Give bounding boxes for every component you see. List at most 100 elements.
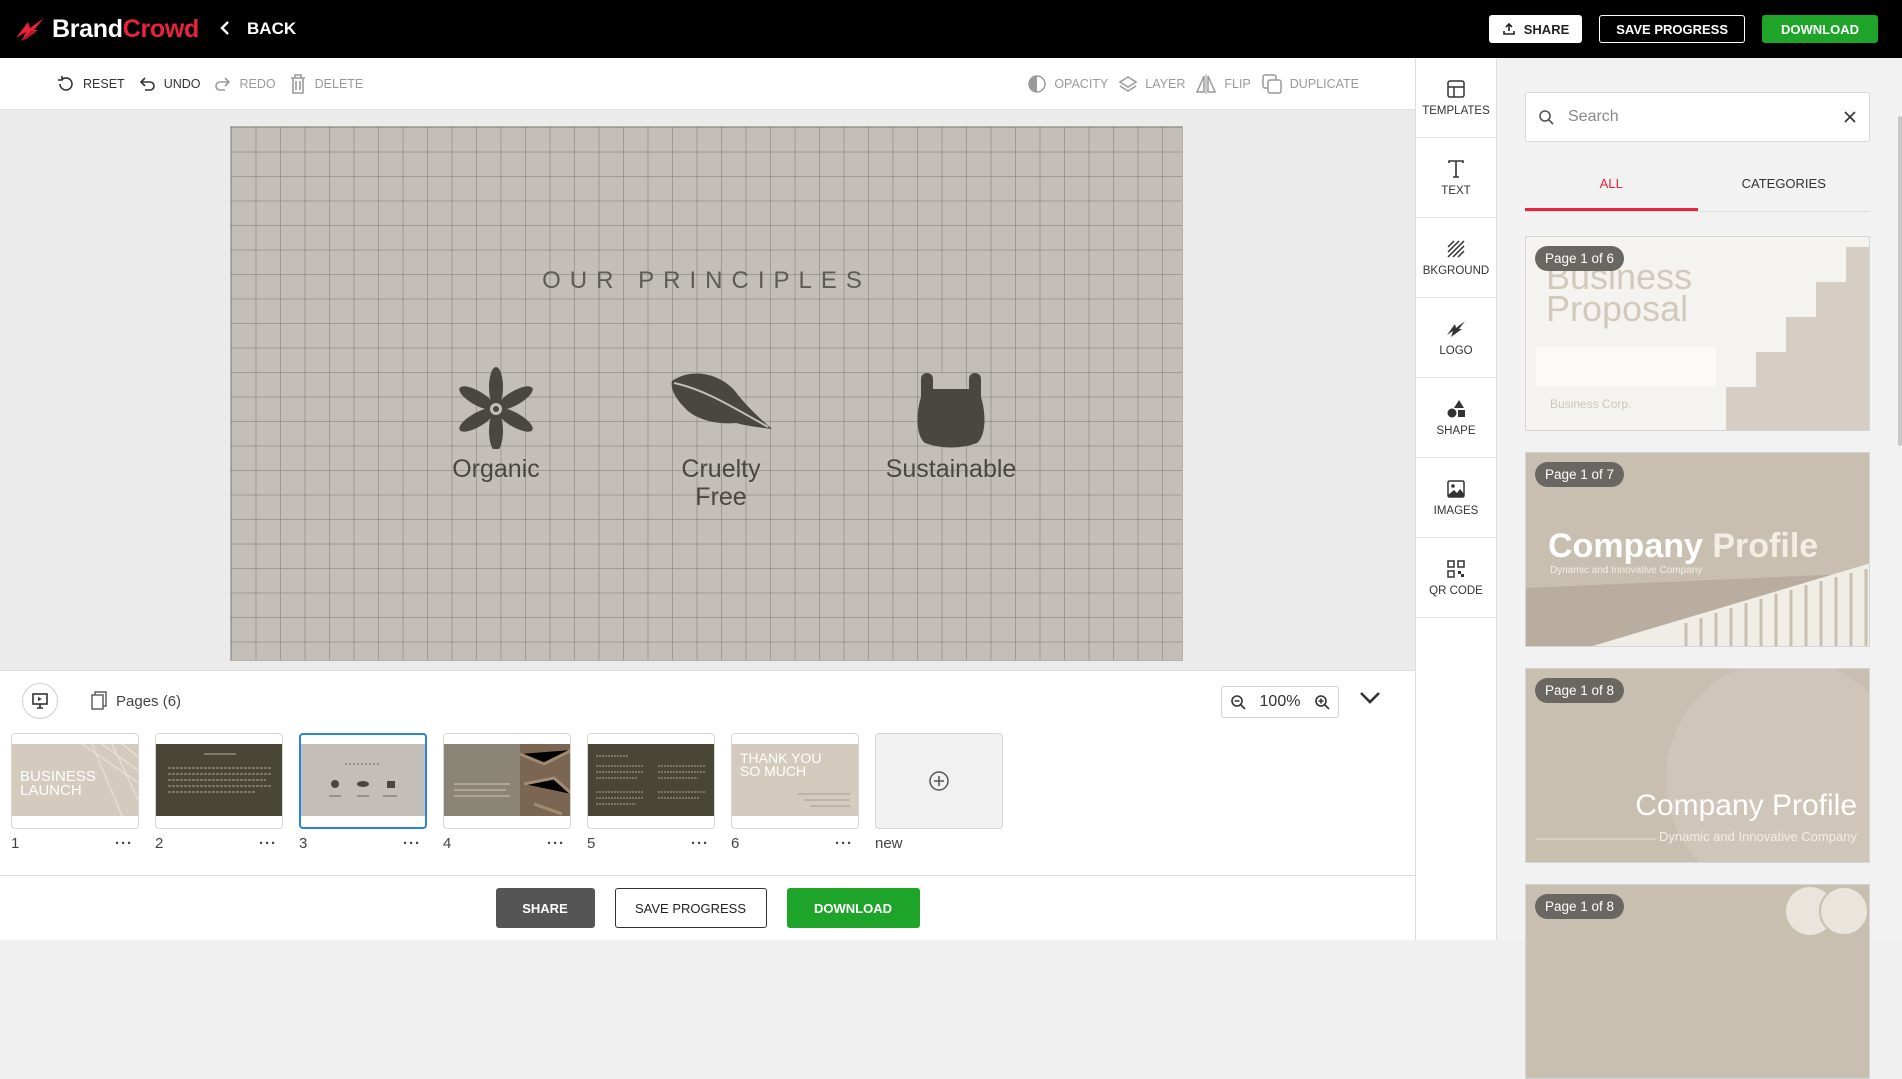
redo-icon [214,76,230,91]
page-thumbnail[interactable] [587,733,715,829]
page-more-button[interactable]: ··· [691,835,709,852]
undo-button[interactable]: UNDO [137,74,201,94]
layer-button[interactable]: LAYER [1118,74,1185,94]
new-page-label: new [875,835,903,852]
sidetool-logo[interactable]: LOGO [1416,298,1496,378]
share-button[interactable]: SHARE [1488,15,1583,43]
page-thumb-1: BUSINESS LAUNCH 1 ··· [11,733,139,852]
back-button[interactable]: BACK [219,18,296,40]
canvas-title[interactable]: OUR PRINCIPLES [231,267,1182,295]
tab-categories[interactable]: CATEGORIES [1698,170,1871,211]
sidetool-images[interactable]: IMAGES [1416,458,1496,538]
page-thumbnail[interactable] [443,733,571,829]
zoom-out-icon[interactable] [1230,694,1246,710]
zoom-in-icon[interactable] [1314,694,1330,710]
page-more-button[interactable]: ··· [259,835,277,852]
template-title: Company Profile [1548,527,1818,566]
duplicate-button[interactable]: DUPLICATE [1261,73,1359,95]
principle-organic[interactable]: Organic [421,367,571,483]
flip-button[interactable]: FLIP [1195,73,1251,95]
opacity-button[interactable]: OPACITY [1027,74,1108,94]
sidetool-label: BKGROUND [1422,264,1490,277]
search-input[interactable] [1568,108,1843,126]
zoom-level: 100% [1259,693,1301,710]
page-number: 6 [731,835,740,852]
design-canvas[interactable]: OUR PRINCIPLES Organic Cruelty Free Sust… [230,126,1183,661]
duplicate-label: DUPLICATE [1289,76,1359,91]
template-card[interactable]: Page 1 of 8 Company Profile Dynamic and … [1525,668,1870,863]
slide-preview [156,744,282,816]
page-thumb-5: 5 ··· [587,733,715,852]
page-thumb-3: 3 ··· [299,733,427,852]
page-number: 4 [443,835,452,852]
edit-toolbar: RESET UNDO REDO DELETE OPACITY LAYER FLI… [0,58,1415,110]
panel-scrollbar[interactable] [1898,116,1902,446]
page-more-button[interactable]: ··· [547,835,565,852]
sidetool-label: QR CODE [1429,584,1483,597]
page-more-button[interactable]: ··· [835,835,853,852]
template-card[interactable]: Page 1 of 8 [1525,884,1870,1079]
download-button[interactable]: DOWNLOAD [1762,15,1878,43]
bottom-download-button[interactable]: DOWNLOAD [786,888,920,928]
delete-label: DELETE [314,76,364,91]
template-card[interactable]: Page 1 of 7 Company Profile Dynamic and … [1525,452,1870,647]
page-thumb-6: THANK YOU SO MUCH 6 ··· [731,733,859,852]
page-thumbnail[interactable]: BUSINESS LAUNCH [11,733,139,829]
present-button[interactable] [22,683,58,719]
slide-preview [444,744,570,816]
principle-label-line2: Free [695,483,747,511]
logo-text: BrandCrowd [52,15,199,44]
principle-label-line1: Cruelty [681,455,761,483]
principle-sustainable[interactable]: Sustainable [866,367,1036,483]
principle-cruelty-free[interactable]: Cruelty Free [636,367,806,511]
slide-title: BUSINESS LAUNCH [20,769,96,798]
sidetool-label: TEXT [1441,184,1471,197]
upload-icon [1502,22,1515,35]
add-page-button[interactable] [875,733,1003,829]
pages-count[interactable]: Pages (6) [90,691,181,711]
save-progress-button[interactable]: SAVE PROGRESS [1599,15,1745,43]
page-thumb-new: new [875,733,1003,852]
sidetool-background[interactable]: BKGROUND [1416,218,1496,298]
page-more-button[interactable]: ··· [115,835,133,852]
sidetool-text[interactable]: TEXT [1416,138,1496,218]
reset-button[interactable]: RESET [56,74,125,94]
redo-button[interactable]: REDO [213,74,276,94]
shape-icon [1447,399,1465,417]
page-thumbnail[interactable]: THANK YOU SO MUCH [731,733,859,829]
flip-icon [1196,73,1217,94]
bottom-share-button[interactable]: SHARE [495,888,595,928]
slide-principles-preview [329,763,397,797]
sidetool-templates[interactable]: TEMPLATES [1416,58,1496,138]
pages-icon [91,691,107,710]
principle-label: Organic [452,455,540,483]
bottom-save-progress-button[interactable]: SAVE PROGRESS [614,888,767,928]
bottom-action-bar: SHARE SAVE PROGRESS DOWNLOAD [0,875,1415,940]
template-subtitle: Dynamic and Innovative Company [1550,565,1703,576]
brandcrowd-logo[interactable]: BrandCrowd [14,15,199,44]
sidetool-shape[interactable]: SHAPE [1416,378,1496,458]
page-thumbnail[interactable] [155,733,283,829]
slide-preview [301,744,425,816]
template-title: Company Profile [1635,789,1857,822]
template-card[interactable]: Page 1 of 6 Business Proposal Business Co… [1525,236,1870,431]
search-icon [1539,110,1554,125]
layer-label: LAYER [1145,76,1186,91]
canvas-workspace: OUR PRINCIPLES Organic Cruelty Free Sust… [0,110,1415,670]
slide-contact-lines [798,793,850,807]
layers-icon [1118,75,1138,92]
principle-label: Sustainable [885,455,1017,483]
tab-all[interactable]: ALL [1525,170,1698,211]
collapse-pages-button[interactable] [1359,691,1381,710]
close-icon[interactable] [1843,110,1857,124]
flower-icon [459,367,533,449]
page-thumbnail-selected[interactable] [299,733,427,829]
sidetool-qr-code[interactable]: QR CODE [1416,538,1496,618]
template-title-line2: Proposal [1546,288,1689,329]
trash-icon [290,73,305,94]
brandcrowd-logo-icon [16,18,44,41]
template-tabs: ALL CATEGORIES [1525,170,1870,212]
reset-label: RESET [83,76,125,91]
page-more-button[interactable]: ··· [403,835,421,852]
delete-button[interactable]: DELETE [288,73,364,95]
